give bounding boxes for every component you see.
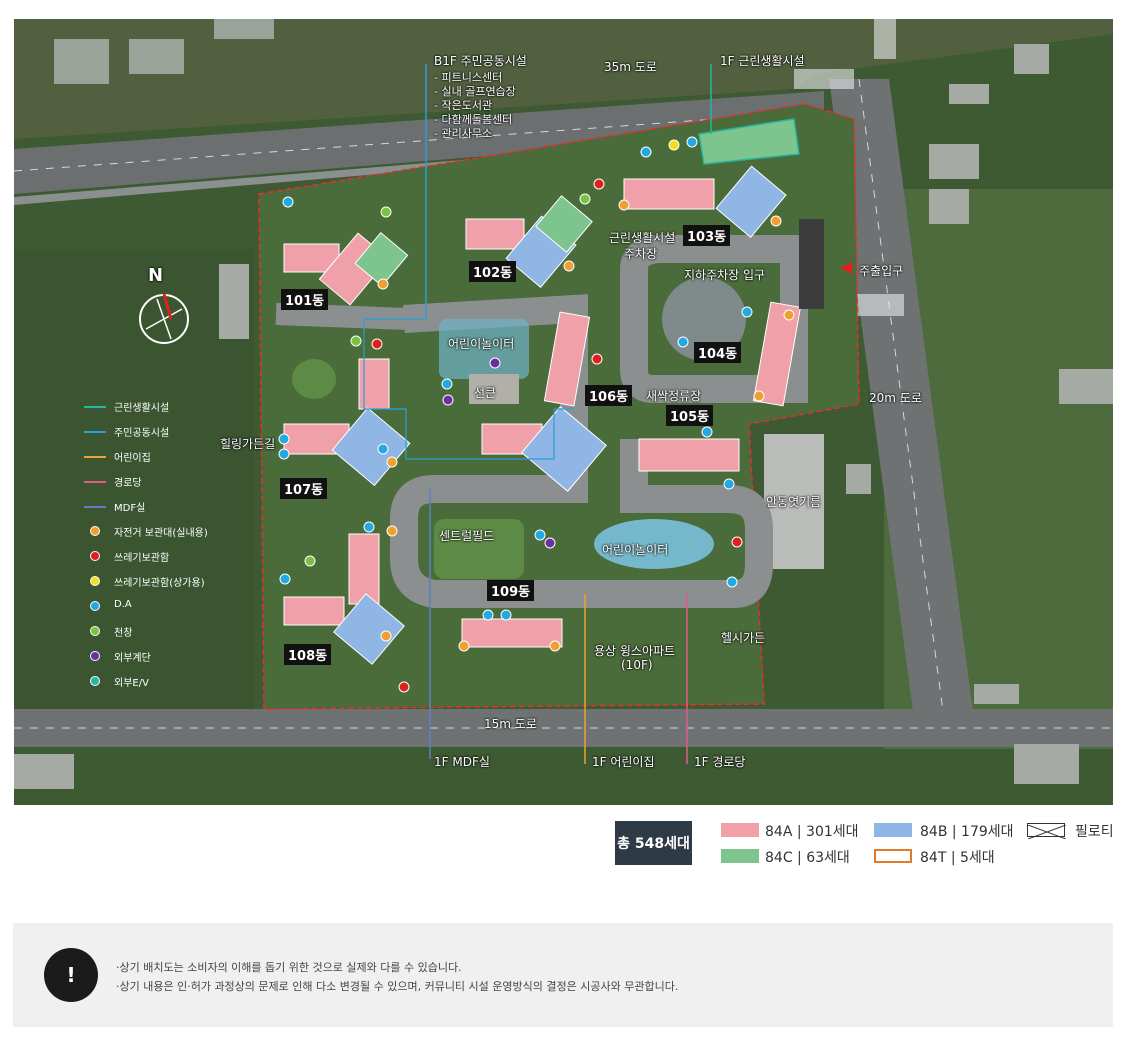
building-105-tag: 105동 — [666, 405, 714, 426]
pink-line-icon — [84, 481, 106, 483]
site-plan-drawing — [14, 19, 1113, 805]
piloti-swatch — [1027, 823, 1067, 840]
disclaimer-box: ! ·상기 배치도는 소비자의 이해를 돕기 위한 것으로 실제와 다를 수 있… — [13, 923, 1113, 1027]
mdf-callout: 1F MDF실 — [434, 755, 490, 769]
84a-swatch — [721, 823, 759, 837]
retail-callout: 1F 근린생활시설 — [720, 54, 805, 68]
unit-84b: 84B | 179세대 — [920, 824, 1014, 840]
unit-84a: 84A | 301세대 — [765, 824, 859, 840]
piloti-label: 필로티 — [1075, 824, 1114, 840]
building-108-tag: 108동 — [284, 644, 332, 665]
site-plan-map: B1F 주민공동시설 - 피트니스센터 - 실내 골프연습장 - 작은도서관 -… — [14, 19, 1113, 805]
central-field-label: 센트럴필드 — [439, 529, 495, 543]
unit-84c: 84C | 63세대 — [765, 850, 850, 866]
orange-line-icon — [84, 456, 106, 458]
unit-84t: 84T | 5세대 — [920, 850, 995, 866]
neighbor-apartment-floors: (10F) — [621, 658, 653, 672]
orange-dot-icon — [90, 526, 100, 536]
84c-swatch — [721, 849, 759, 863]
total-households-badge: 총 548세대 — [615, 821, 692, 865]
b1f-callout-title: B1F 주민공동시설 — [434, 54, 527, 68]
building-104-tag: 104동 — [694, 342, 742, 363]
building-103-tag: 103동 — [683, 225, 731, 246]
blue-dot-icon — [90, 601, 100, 611]
purple-dot-icon — [90, 651, 100, 661]
main-entrance-label: 주출입구 — [859, 264, 904, 278]
blue-line-icon — [84, 431, 106, 433]
red-dot-icon — [90, 551, 100, 561]
building-107-tag: 107동 — [280, 478, 328, 499]
senior-center-callout: 1F 경로당 — [694, 755, 746, 769]
neighbor-apartment-label: 용상 윙스아파트 — [594, 644, 676, 658]
84t-swatch — [874, 849, 912, 863]
disclaimer-line-1: ·상기 배치도는 소비자의 이해를 돕기 위한 것으로 실제와 다를 수 있습니… — [116, 961, 462, 974]
pavilion-label: 선큰 — [474, 386, 497, 400]
retail-parking-label: 근린생활시설 — [609, 231, 676, 245]
healing-garden-label: 힐링가든길 — [220, 437, 276, 451]
building-106-tag: 106동 — [585, 385, 633, 406]
disclaimer-line-2: ·상기 내용은 인·허가 과정상의 문제로 인해 다소 변경될 수 있으며, 커… — [116, 980, 679, 993]
north-arrow-label: N — [148, 265, 164, 286]
neighbor-field-label: 안동엿기름 — [766, 495, 822, 509]
b1f-item: - 관리사무소 — [434, 127, 493, 140]
building-102-tag: 102동 — [469, 261, 517, 282]
health-garden-label: 헬시가든 — [721, 631, 766, 645]
road-label-right: 20m 도로 — [869, 391, 922, 405]
road-label-top: 35m 도로 — [604, 60, 657, 74]
green-dot-icon — [90, 626, 100, 636]
building-109-tag: 109동 — [487, 580, 535, 601]
84b-swatch — [874, 823, 912, 837]
underground-parking-entrance-label: 지하주차장 입구 — [684, 268, 766, 282]
retail-parking-label-2: 주차장 — [624, 247, 658, 261]
road-label-bottom: 15m 도로 — [484, 717, 537, 731]
indigo-line-icon — [84, 506, 106, 508]
daycare-callout: 1F 어린이집 — [592, 755, 655, 769]
unit-type-legend: 총 548세대 84A | 301세대 84B | 179세대 필로티 84C … — [615, 818, 1115, 868]
teal-line-icon — [84, 406, 106, 408]
piloti-cross-icon — [1027, 824, 1067, 840]
playground-south-label: 어린이놀이터 — [602, 543, 669, 557]
teal-dot-icon — [90, 676, 100, 686]
building-101-tag: 101동 — [281, 289, 329, 310]
yellow-dot-icon — [90, 576, 100, 586]
bus-stop-label: 새싹정류장 — [646, 389, 702, 403]
playground-north-label: 어린이놀이터 — [448, 337, 515, 351]
exclamation-icon: ! — [44, 948, 98, 1002]
